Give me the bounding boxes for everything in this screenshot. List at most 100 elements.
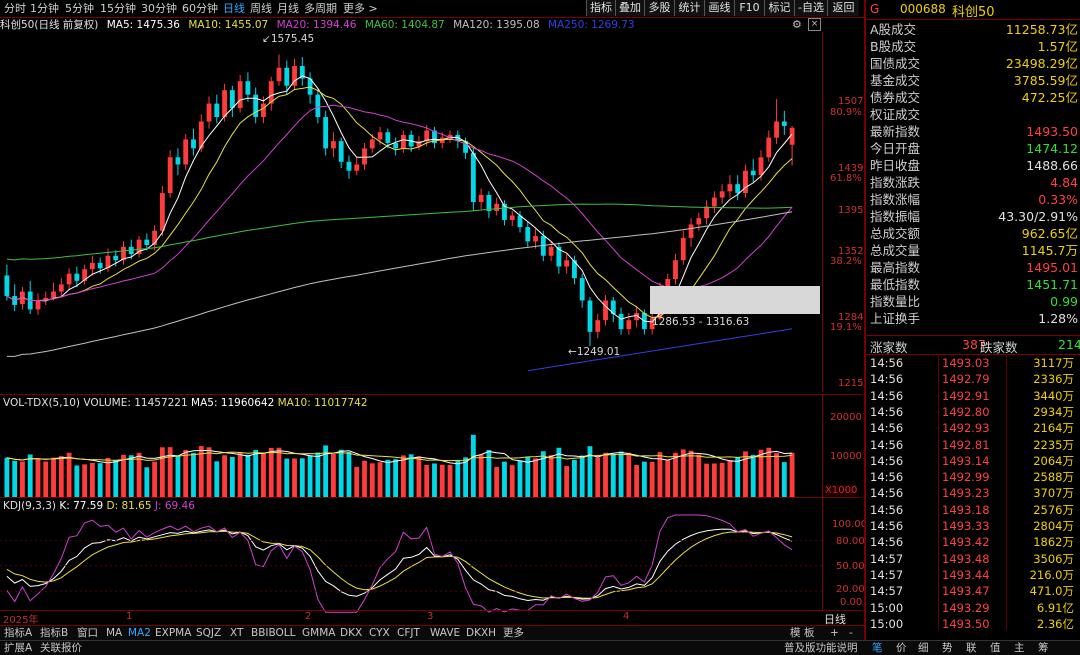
quote-row-value: 0.99 <box>1050 294 1078 309</box>
volume-bar <box>245 454 251 497</box>
tab-indicator-b[interactable]: 指标B <box>40 626 68 640</box>
kdj-tick-100: 100.00 <box>832 519 867 530</box>
quote-row-value: 472.25亿 <box>1021 90 1078 105</box>
tab-ma2[interactable]: MA2 <box>128 626 151 640</box>
period-tab-15min[interactable]: 15分钟 <box>100 1 136 16</box>
candle-body <box>323 117 329 149</box>
tab-xt[interactable]: XT <box>230 626 243 640</box>
period-tab-1min[interactable]: 1分钟 <box>30 1 59 16</box>
volume-bar <box>517 460 523 497</box>
candle-body <box>486 194 492 211</box>
overlay-button[interactable]: 叠加 <box>615 0 644 16</box>
candle-body <box>354 164 360 171</box>
high-annotation: ↙1575.45 <box>262 33 315 45</box>
period-tab-5min[interactable]: 5分钟 <box>65 1 94 16</box>
tab-bbiboll[interactable]: BBIBOLL <box>251 626 296 640</box>
volume-ma10: MA10: 11017742 <box>277 397 368 409</box>
watchlist-button[interactable]: -自选 <box>794 0 827 16</box>
indicator-button[interactable]: 指标 <box>586 0 615 16</box>
volume-bar <box>175 456 181 497</box>
volume-bar <box>572 459 577 497</box>
period-tab-multi[interactable]: 多周期 <box>304 1 337 16</box>
back-button[interactable]: 返回 <box>827 0 859 16</box>
side-tab-price[interactable]: 价 <box>896 641 907 655</box>
expand-a-button[interactable]: 扩展A <box>4 641 32 655</box>
quote-row-value: 1451.71 <box>1026 277 1078 292</box>
volume-bar <box>789 452 795 497</box>
volume-bar <box>618 451 624 497</box>
quote-row-value: 1488.66 <box>1026 158 1078 173</box>
quote-row-label: 国债成交 <box>870 56 921 71</box>
tick-price: 1493.48 <box>942 551 990 566</box>
volume-bar <box>214 461 220 497</box>
tick-price: 1493.50 <box>942 616 990 631</box>
quote-row-label: 最低指数 <box>870 277 921 292</box>
tab-sqjz[interactable]: SQJZ <box>196 626 221 640</box>
ma120-line <box>6 211 793 357</box>
pct-tick-809: 80.9% <box>830 107 862 118</box>
period-tab-60min[interactable]: 60分钟 <box>182 1 218 16</box>
template-button[interactable]: 模 <box>790 626 801 640</box>
stock-name: 科创50 <box>952 5 995 20</box>
tab-cfjt[interactable]: CFJT <box>397 626 420 640</box>
candle-body <box>229 90 235 109</box>
version-info-link[interactable]: 普及版功能说明 <box>784 641 858 655</box>
volume-bar <box>626 452 632 497</box>
volume-bar <box>408 454 414 497</box>
tab-dkx[interactable]: DKX <box>340 626 362 640</box>
quote-row-value: 23498.29亿 <box>1005 56 1078 71</box>
volume-bar <box>688 450 694 497</box>
tick-volume: 1862万 <box>1033 535 1074 550</box>
pane-separator <box>0 394 862 395</box>
tab-window[interactable]: 窗口 <box>77 626 98 640</box>
breadth-row: 涨家数 387 跌家数 214 <box>866 335 1080 355</box>
candle-body <box>385 132 391 143</box>
tab-indicator-a[interactable]: 指标A <box>4 626 32 640</box>
tick-row: 14:57 1493.48 3506万 <box>868 551 1080 567</box>
tab-dkxh[interactable]: DKXH <box>466 626 496 640</box>
volume-bar <box>533 458 538 497</box>
template-button-2[interactable]: 板 <box>804 626 815 640</box>
tab-ma[interactable]: MA <box>106 626 122 640</box>
related-quote-button[interactable]: 关联报价 <box>40 641 82 655</box>
tab-gmma[interactable]: GMMA <box>302 626 335 640</box>
period-tab-30min[interactable]: 30分钟 <box>141 1 177 16</box>
quote-row-value: 43.30/2.91% <box>998 209 1078 224</box>
mark-button[interactable]: 标记 <box>764 0 794 16</box>
side-tab-linked[interactable]: 联 <box>966 641 977 655</box>
period-tab-intraday[interactable]: 分时 <box>4 1 26 16</box>
period-tab-daily[interactable]: 日线 <box>223 1 245 16</box>
tick-time: 14:56 <box>870 535 904 550</box>
candle-body <box>237 81 243 109</box>
tab-wave[interactable]: WAVE <box>430 626 460 640</box>
period-tab-monthly[interactable]: 月线 <box>277 1 299 16</box>
volume-bar <box>556 447 562 497</box>
period-tab-more[interactable]: 更多 > <box>343 1 378 16</box>
stats-button[interactable]: 统计 <box>674 0 704 16</box>
side-tab-detail[interactable]: 细 <box>918 641 929 655</box>
tick-volume: 3117万 <box>1033 356 1074 370</box>
draw-line-button[interactable]: 画线 <box>704 0 734 16</box>
side-tab-main[interactable]: 主 <box>1014 641 1025 655</box>
tick-row: 14:56 1492.81 2235万 <box>868 437 1080 453</box>
side-tab-trend[interactable]: 势 <box>942 641 953 655</box>
quote-row-value: 1.28% <box>1038 311 1078 326</box>
x-tick-month-4: 4 <box>623 611 630 622</box>
side-tab-trades[interactable]: 笔 <box>872 641 883 655</box>
multi-stock-button[interactable]: 多股 <box>644 0 674 16</box>
zoom-out-button[interactable]: - <box>849 626 853 640</box>
f10-button[interactable]: F10 <box>734 0 764 16</box>
candle-body <box>74 273 80 281</box>
tab-more[interactable]: 更多 <box>503 626 524 640</box>
side-tab-chips[interactable]: 筹 <box>1038 641 1049 655</box>
tick-time: 14:56 <box>870 437 904 452</box>
side-tab-value[interactable]: 值 <box>990 641 1001 655</box>
quote-panel: G 000688 科创50 A股成交 11258.73亿 B股成交 1.57亿 国债成交… <box>864 0 1080 640</box>
period-tab-weekly[interactable]: 周线 <box>250 1 272 16</box>
candle-body <box>548 246 554 256</box>
tab-cyx[interactable]: CYX <box>369 626 390 640</box>
gap-zone-box <box>650 286 820 314</box>
quote-row: 权证成交 <box>870 106 1080 123</box>
zoom-in-button[interactable]: + <box>830 626 839 640</box>
tab-expma[interactable]: EXPMA <box>155 626 191 640</box>
